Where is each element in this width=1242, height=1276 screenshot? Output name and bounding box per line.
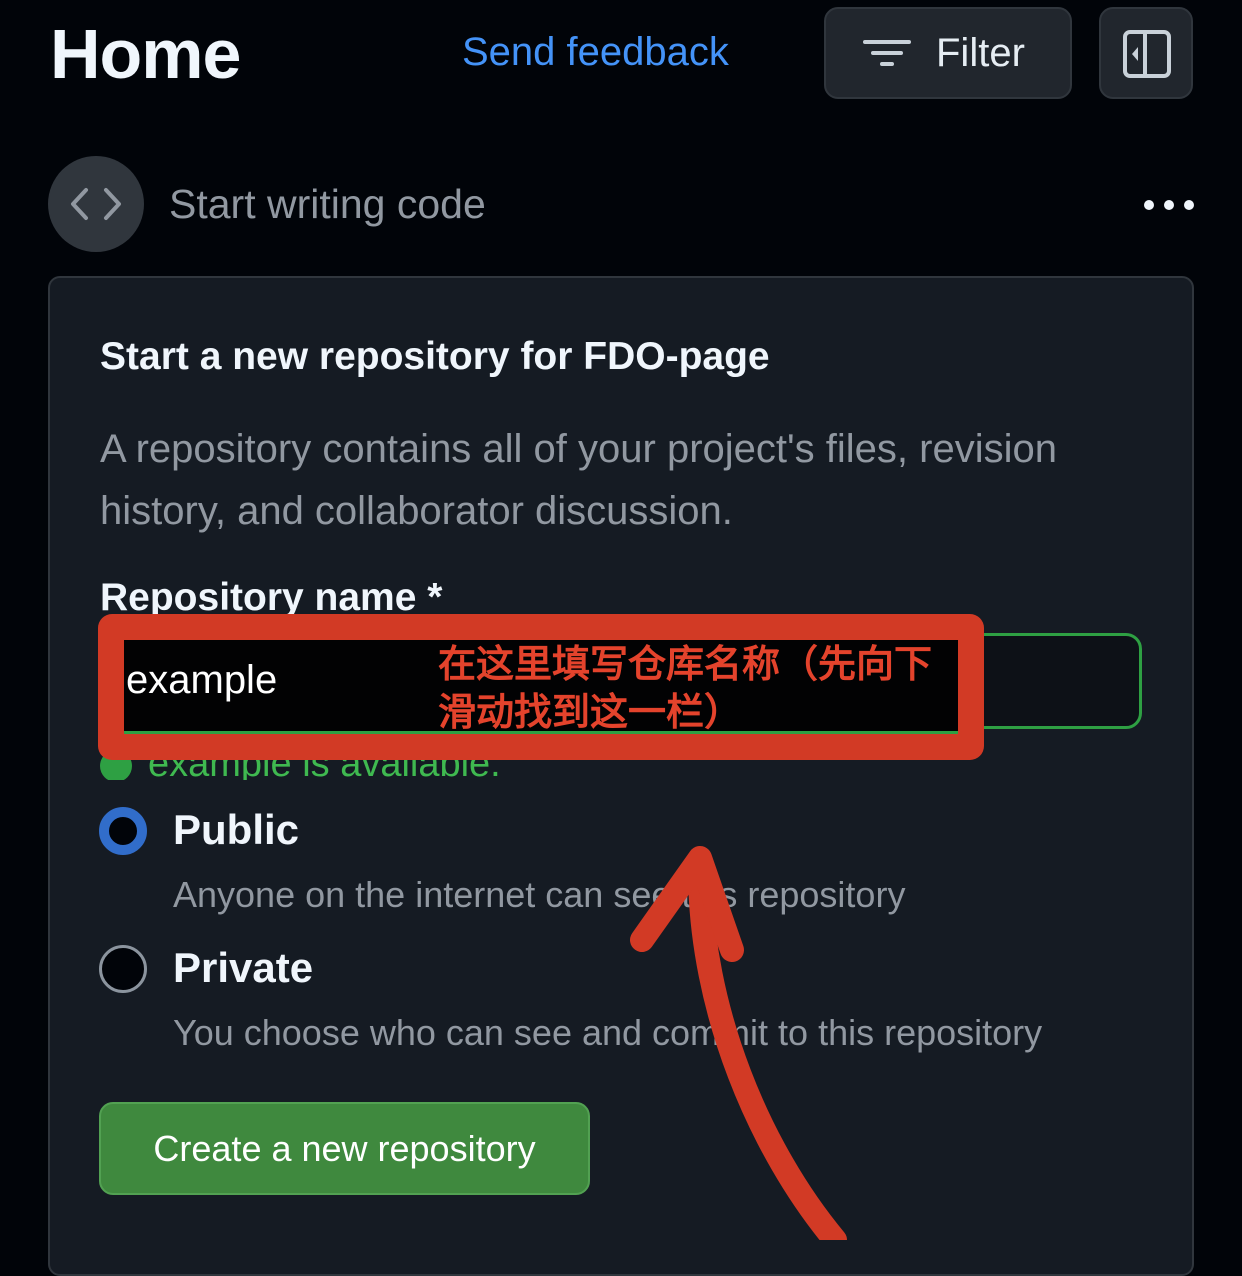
private-radio[interactable] — [99, 945, 147, 993]
public-option-description: Anyone on the internet can see this repo… — [173, 874, 906, 915]
send-feedback-link[interactable]: Send feedback — [462, 30, 729, 75]
public-radio[interactable] — [99, 807, 147, 855]
create-repository-button[interactable]: Create a new repository — [99, 1102, 590, 1195]
more-dot-icon — [1164, 200, 1174, 210]
filter-button[interactable]: Filter — [824, 7, 1072, 99]
private-option-label[interactable]: Private — [173, 944, 313, 992]
more-dot-icon — [1144, 200, 1154, 210]
code-icon — [71, 188, 121, 220]
card-title: Start a new repository for FDO-page — [100, 335, 770, 378]
public-option-label[interactable]: Public — [173, 806, 299, 854]
toggle-sidebar-button[interactable] — [1099, 7, 1193, 99]
section-title: Start writing code — [169, 181, 486, 227]
more-options-button[interactable] — [1144, 198, 1194, 212]
sidebar-panel-icon — [1123, 30, 1171, 78]
filter-button-label: Filter — [936, 30, 1025, 75]
page-title: Home — [50, 15, 241, 93]
create-repository-label: Create a new repository — [153, 1127, 536, 1169]
private-option-description: You choose who can see and commit to thi… — [173, 1012, 1043, 1053]
annotation-text: 在这里填写仓库名称（先向下滑动找到这一栏） — [438, 642, 933, 734]
code-icon-avatar — [48, 156, 144, 252]
more-dot-icon — [1184, 200, 1194, 210]
card-description: A repository contains all of your projec… — [100, 427, 1057, 533]
filter-icon — [862, 36, 912, 70]
